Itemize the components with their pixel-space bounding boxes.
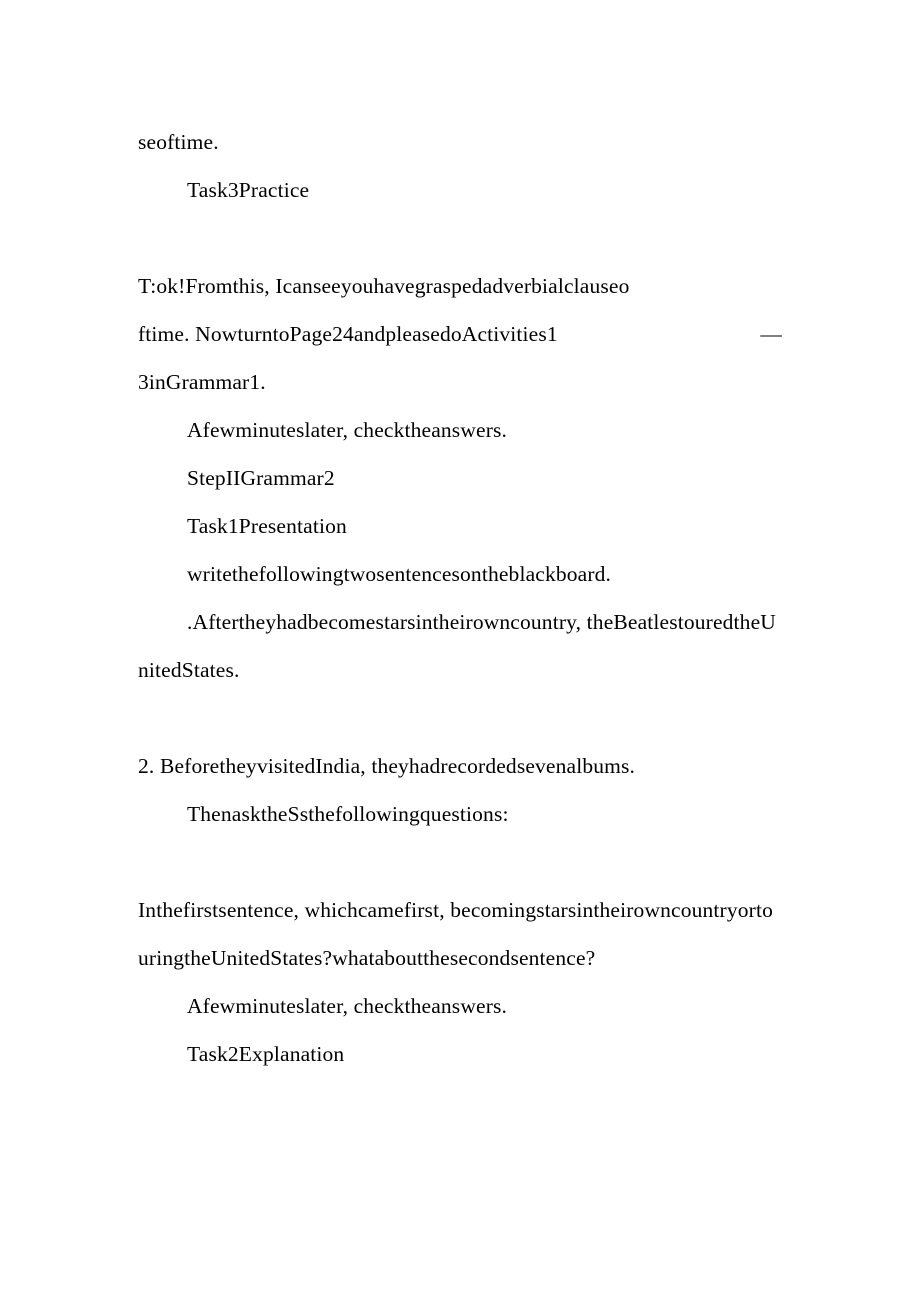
paragraph-sentence-2-recorded-seven-albums: 2. BeforetheyvisitedIndia, theyhadrecord… <box>138 754 636 778</box>
paragraph-step-2-grammar-2: StepIIGrammar2 <box>187 466 335 490</box>
clause-line-1: T:ok!Fromthis, Icanseeyouhavegraspedadve… <box>138 274 630 298</box>
paragraph-seoftime: seoftime. <box>138 130 219 154</box>
clause-line-3: 3inGrammar1. <box>138 370 266 394</box>
paragraph-then-ask-ss-questions: ThenasktheSsthefollowingquestions: <box>187 802 509 826</box>
paragraph-teacher-ok-grasped-adverbial-clause: T:ok!Fromthis, Icanseeyouhavegraspedadve… <box>138 262 782 406</box>
paragraph-which-came-first-question: Inthefirstsentence, whichcamefirst, beco… <box>138 898 773 970</box>
document-text-body: seoftime. Task3Practice T:ok!Fromthis, I… <box>138 118 782 1078</box>
paragraph-sentence-1-beatles-toured: .Aftertheyhadbecomestarsintheirowncountr… <box>138 610 776 682</box>
paragraph-task3-practice: Task3Practice <box>187 178 310 202</box>
paragraph-task1-presentation: Task1Presentation <box>187 514 347 538</box>
paragraph-write-two-sentences-blackboard: writethefollowingtwosentencesontheblackb… <box>187 562 612 586</box>
paragraph-task2-explanation: Task2Explanation <box>187 1042 345 1066</box>
clause-line-2-text: ftime. NowturntoPage24andpleasedoActivit… <box>138 322 558 346</box>
document-page: seoftime. Task3Practice T:ok!Fromthis, I… <box>0 0 920 1302</box>
em-dash-glyph: — <box>760 322 782 346</box>
paragraph-check-the-answers-1: Afewminuteslater, checktheanswers. <box>187 418 508 442</box>
paragraph-check-the-answers-2: Afewminuteslater, checktheanswers. <box>187 994 508 1018</box>
clause-line-2: ftime. NowturntoPage24andpleasedoActivit… <box>138 322 782 346</box>
